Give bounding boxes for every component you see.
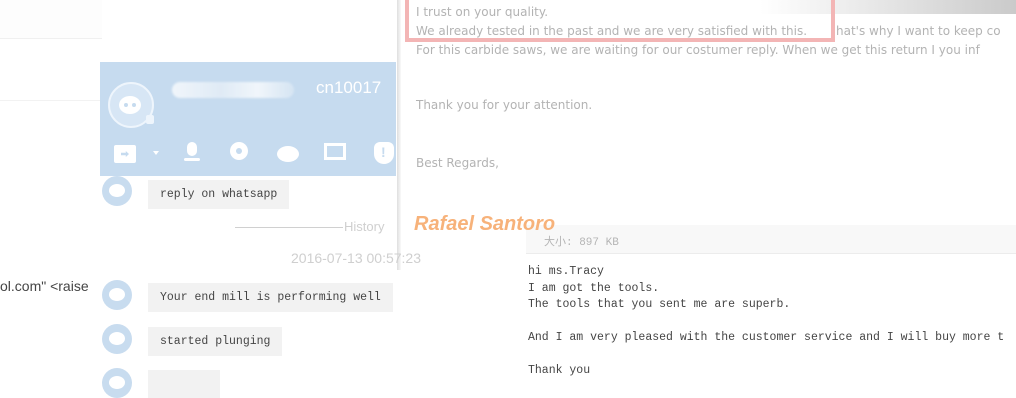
- left-divider: [0, 100, 102, 101]
- email-line: Thank you for your attention.: [416, 98, 593, 112]
- reply-line: And I am very pleased with the customer …: [528, 331, 1005, 344]
- contact-name-redacted: [172, 82, 294, 98]
- microphone-icon[interactable]: [184, 142, 200, 161]
- reply-line: [528, 314, 1004, 331]
- chat-bubble-icon[interactable]: [277, 146, 299, 162]
- message-bubble: started plunging: [148, 327, 283, 356]
- reply-email-body: hi ms.Tracy I am got the tools. The tool…: [528, 264, 1004, 380]
- highlight-box: [405, 0, 835, 42]
- contact-avatar[interactable]: [108, 82, 154, 128]
- message-avatar: [102, 368, 132, 398]
- message-bubble: Your end mill is performing well: [148, 283, 393, 312]
- chat-header: cn10017: [100, 62, 396, 176]
- message-bubble: reply on whatsapp: [148, 180, 290, 209]
- video-camera-icon[interactable]: [230, 142, 248, 160]
- history-separator: [235, 227, 343, 228]
- email-line: For this carbide saws, we are waiting fo…: [416, 43, 980, 57]
- message-avatar: [102, 324, 132, 354]
- email-line: Best Regards,: [416, 156, 499, 170]
- reply-line: Thank you: [528, 364, 591, 377]
- reply-line: hi ms.Tracy: [528, 265, 604, 278]
- left-panel-top: [0, 0, 102, 39]
- message-avatar: [102, 176, 132, 206]
- dropdown-caret-icon[interactable]: [153, 151, 159, 155]
- email-signature: Rafael Santoro: [414, 213, 556, 235]
- message-timestamp: 2016-07-13 00:57:23: [291, 250, 421, 266]
- security-shield-icon[interactable]: [374, 142, 394, 164]
- reply-line: I am got the tools.: [528, 281, 660, 295]
- file-transfer-icon[interactable]: [114, 145, 136, 163]
- message-bubble: [148, 370, 220, 398]
- reply-line: [528, 347, 1004, 364]
- reply-line: The tools that you sent me are superb.: [528, 298, 791, 311]
- email-address-fragment: ol.com" <raise: [0, 278, 89, 294]
- screen-share-icon[interactable]: [324, 143, 346, 160]
- history-link[interactable]: History: [344, 219, 384, 234]
- attachment-size: 大小: 897 KB: [544, 237, 619, 249]
- email-line: hat's why I want to keep co: [836, 24, 1001, 38]
- message-avatar: [102, 280, 132, 310]
- contact-id: cn10017: [316, 78, 382, 97]
